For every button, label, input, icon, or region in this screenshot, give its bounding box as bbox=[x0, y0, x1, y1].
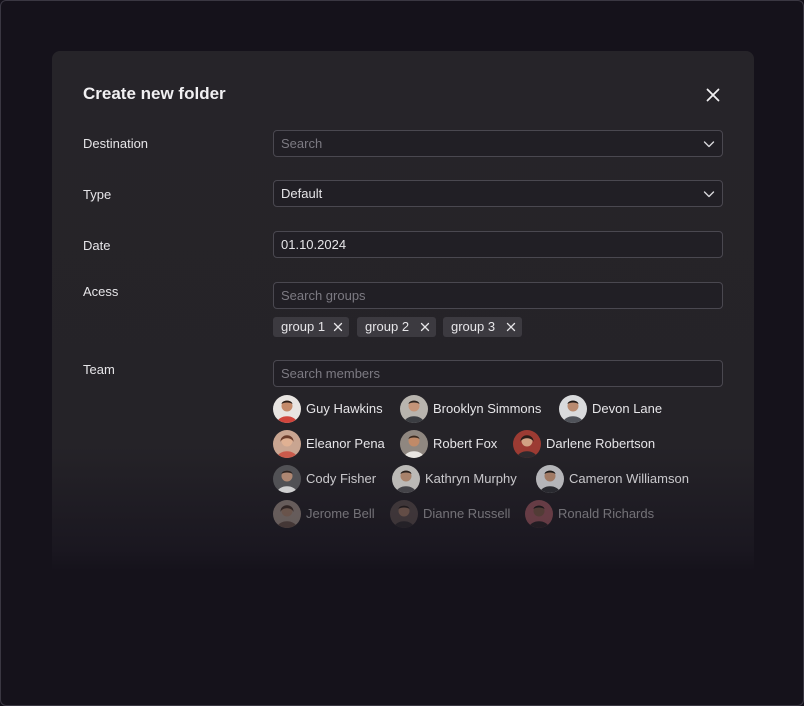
destination-placeholder: Search bbox=[281, 136, 323, 151]
chevron-down-icon bbox=[703, 141, 715, 148]
member-name: Kathryn Murphy bbox=[425, 471, 517, 486]
group-chip: group 2 bbox=[357, 317, 436, 337]
destination-label: Destination bbox=[83, 136, 149, 151]
date-label: Date bbox=[83, 238, 111, 253]
team-placeholder: Search members bbox=[281, 366, 380, 381]
chevron-down-icon bbox=[703, 191, 715, 198]
member-name: Devon Lane bbox=[592, 401, 663, 416]
avatar bbox=[392, 465, 420, 493]
member-name: Robert Fox bbox=[433, 436, 498, 451]
avatar bbox=[390, 500, 418, 528]
remove-chip-button[interactable] bbox=[333, 317, 343, 337]
member-name: Guy Hawkins bbox=[306, 401, 383, 416]
avatar bbox=[400, 430, 428, 458]
destination-select[interactable]: Search bbox=[273, 130, 723, 157]
remove-icon bbox=[506, 322, 516, 332]
chip-label: group 1 bbox=[281, 319, 326, 334]
remove-chip-button[interactable] bbox=[506, 317, 516, 337]
member-name: Cody Fisher bbox=[306, 471, 377, 486]
access-placeholder: Search groups bbox=[281, 288, 366, 303]
team-label: Team bbox=[83, 362, 115, 377]
close-icon bbox=[706, 88, 720, 102]
create-folder-dialog: Create new folder Destination Search Typ… bbox=[52, 51, 754, 571]
app-frame: Create new folder Destination Search Typ… bbox=[0, 0, 804, 706]
avatar bbox=[400, 395, 428, 423]
chip-label: group 3 bbox=[451, 319, 496, 334]
member-name: Jerome Bell bbox=[306, 506, 375, 521]
dialog-title: Create new folder bbox=[83, 84, 226, 103]
remove-icon bbox=[333, 322, 343, 332]
member-name: Eleanor Pena bbox=[306, 436, 385, 451]
avatar bbox=[273, 500, 301, 528]
group-chip: group 3 bbox=[443, 317, 522, 337]
avatar bbox=[559, 395, 587, 423]
access-search-input[interactable]: Search groups bbox=[273, 282, 723, 309]
access-label: Acess bbox=[83, 284, 119, 299]
member-name: Ronald Richards bbox=[558, 506, 655, 521]
remove-icon bbox=[420, 322, 430, 332]
date-field[interactable]: 01.10.2024 bbox=[273, 231, 723, 258]
remove-chip-button[interactable] bbox=[420, 317, 430, 337]
date-value: 01.10.2024 bbox=[281, 237, 347, 252]
type-label: Type bbox=[83, 187, 112, 202]
team-search-input[interactable]: Search members bbox=[273, 360, 723, 387]
avatar bbox=[536, 465, 564, 493]
member-name: Darlene Robertson bbox=[546, 436, 656, 451]
member-name: Cameron Williamson bbox=[569, 471, 689, 486]
group-chip: group 1 bbox=[273, 317, 349, 337]
avatar bbox=[273, 465, 301, 493]
chip-label: group 2 bbox=[365, 319, 410, 334]
avatar bbox=[273, 395, 301, 423]
avatar bbox=[513, 430, 541, 458]
close-button[interactable] bbox=[702, 84, 724, 106]
type-value: Default bbox=[281, 186, 323, 201]
member-name: Brooklyn Simmons bbox=[433, 401, 542, 416]
member-name: Dianne Russell bbox=[423, 506, 511, 521]
avatar bbox=[525, 500, 553, 528]
avatar bbox=[273, 430, 301, 458]
type-select[interactable]: Default bbox=[273, 180, 723, 207]
